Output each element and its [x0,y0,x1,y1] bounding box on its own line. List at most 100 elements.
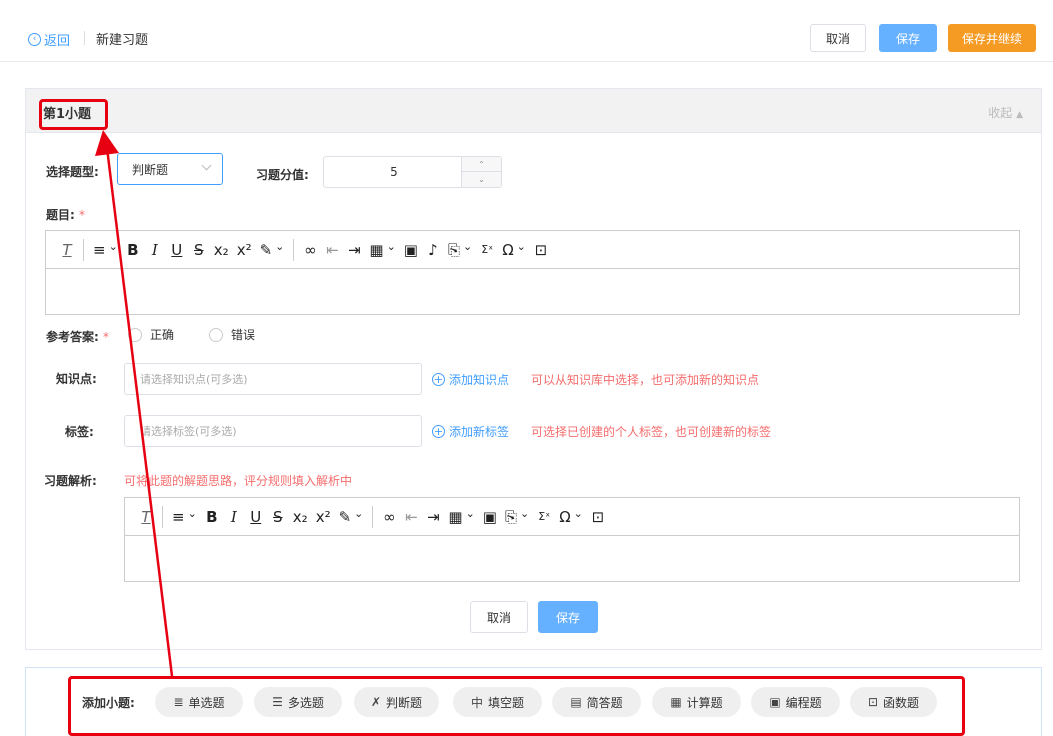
stem-editor[interactable]: T ≡ B I U S x₂ x² ✎ ∞ ⇤ ⇥ ▦ ▣ ♪ ⎘ Σˣ Ω ⊡ [45,230,1020,315]
fullscreen-icon[interactable]: ⊡ [530,238,552,262]
analysis-hint: 可将此题的解题思路，评分规则填入解析中 [124,474,353,488]
indent-icon[interactable]: ⇥ [343,238,365,262]
required-mark: * [103,330,109,344]
question-save-button[interactable]: 保存 [538,601,598,633]
top-bar: ‹ 返回 新建习题 取消 保存 保存并继续 [0,0,1053,62]
italic-icon[interactable]: I [144,238,166,262]
analysis-label: 习题解析: [44,474,97,488]
stem-label: 题目: * [46,206,85,223]
add-tag-label: 添加新标签 [449,425,510,439]
analysis-editor-body[interactable] [125,536,1019,581]
save-button[interactable]: 保存 [879,24,937,52]
special-char-icon[interactable]: Ω [498,238,530,262]
answer-option-true[interactable]: 正确 [128,326,174,343]
increment-icon[interactable]: ⌃ [462,157,501,172]
required-mark: * [79,208,85,222]
collapse-toggle[interactable]: 收起 ▲ [988,104,1023,121]
strikethrough-icon[interactable]: S [267,505,289,529]
formula-icon[interactable]: Σˣ [533,505,555,529]
table-icon[interactable]: ▦ [365,238,399,262]
bold-icon[interactable]: B [122,238,144,262]
stem-editor-body[interactable] [46,269,1019,314]
answer-option-false[interactable]: 错误 [209,326,255,343]
question-type-value: 判断题 [132,162,169,177]
question-type-label: 选择题型: [46,165,99,179]
stem-label-text: 题目: [46,208,75,222]
template-icon[interactable]: ⎘ [444,238,476,262]
subscript-icon[interactable]: x₂ [210,238,233,262]
answer-label: 参考答案: * [46,328,109,345]
annotation-highlight-add-types [68,676,965,736]
subscript-icon[interactable]: x₂ [289,505,312,529]
tag-label: 标签: [65,425,94,439]
toolbar-divider [162,505,163,528]
link-icon[interactable]: ∞ [378,505,400,529]
align-icon[interactable]: ≡ [89,238,122,262]
cancel-button[interactable]: 取消 [810,24,866,52]
toolbar-divider [83,238,84,261]
tag-input[interactable]: 请选择标签(可多选) [124,415,422,447]
plus-circle-icon: + [432,373,445,386]
add-knowledge-label: 添加知识点 [449,373,510,387]
page-title: 新建习题 [96,33,149,48]
link-icon[interactable]: ∞ [299,238,321,262]
fullscreen-icon[interactable]: ⊡ [587,505,609,529]
strikethrough-icon[interactable]: S [188,238,210,262]
score-stepper[interactable]: 5 ⌃ ⌄ [323,156,502,188]
answer-label-text: 参考答案: [46,330,99,344]
knowledge-input[interactable]: 请选择知识点(可多选) [124,363,422,395]
plus-circle-icon: + [432,425,445,438]
indent-icon[interactable]: ⇥ [422,505,444,529]
question-card-header: 第1小题 收起 ▲ [26,89,1041,133]
save-and-continue-button[interactable]: 保存并继续 [948,24,1036,52]
radio-icon [128,327,142,342]
radio-icon [209,327,223,342]
superscript-icon[interactable]: x² [233,238,256,262]
score-value: 5 [390,165,398,179]
knowledge-hint: 可以从知识库中选择，也可添加新的知识点 [531,373,760,387]
analysis-editor[interactable]: T ≡ B I U S x₂ x² ✎ ∞ ⇤ ⇥ ▦ ▣ ⎘ Σˣ Ω ⊡ [124,497,1020,582]
template-icon[interactable]: ⎘ [501,505,533,529]
toolbar-divider [293,238,295,261]
special-char-icon[interactable]: Ω [555,505,587,529]
clear-format-icon[interactable]: T [56,238,78,262]
stepper-buttons: ⌃ ⌄ [461,157,501,187]
analysis-editor-toolbar: T ≡ B I U S x₂ x² ✎ ∞ ⇤ ⇥ ▦ ▣ ⎘ Σˣ Ω ⊡ [125,498,1019,536]
divider [84,31,85,45]
bold-icon[interactable]: B [201,505,223,529]
italic-icon[interactable]: I [223,505,245,529]
outdent-icon[interactable]: ⇤ [400,505,422,529]
back-arrow-icon: ‹ [28,33,41,46]
stem-editor-toolbar: T ≡ B I U S x₂ x² ✎ ∞ ⇤ ⇥ ▦ ▣ ♪ ⎘ Σˣ Ω ⊡ [46,231,1019,269]
back-label: 返回 [44,34,71,49]
collapse-label: 收起 [988,106,1013,120]
highlight-icon[interactable]: ✎ [335,505,368,529]
image-icon[interactable]: ▣ [479,505,501,529]
decrement-icon[interactable]: ⌄ [462,172,501,187]
superscript-icon[interactable]: x² [312,505,335,529]
answer-option-label: 正确 [150,328,175,342]
score-label: 习题分值: [256,168,309,182]
knowledge-label: 知识点: [56,372,97,386]
align-icon[interactable]: ≡ [168,505,201,529]
audio-icon[interactable]: ♪ [422,238,444,262]
chevron-down-icon [201,160,212,171]
highlight-icon[interactable]: ✎ [256,238,289,262]
underline-icon[interactable]: U [245,505,267,529]
table-icon[interactable]: ▦ [444,505,478,529]
clear-format-icon[interactable]: T [135,505,157,529]
caret-up-icon: ▲ [1016,110,1023,120]
annotation-highlight-title [39,99,108,130]
formula-icon[interactable]: Σˣ [476,238,498,262]
tag-hint: 可选择已创建的个人标签，也可创建新的标签 [531,425,772,439]
outdent-icon[interactable]: ⇤ [321,238,343,262]
question-type-select[interactable]: 判断题 [117,153,223,185]
underline-icon[interactable]: U [166,238,188,262]
toolbar-divider [372,505,374,528]
back-link[interactable]: ‹ 返回 [28,30,70,49]
answer-option-label: 错误 [231,328,256,342]
image-icon[interactable]: ▣ [400,238,422,262]
add-knowledge-link[interactable]: + 添加知识点 [432,371,509,388]
question-cancel-button[interactable]: 取消 [470,601,528,633]
add-tag-link[interactable]: + 添加新标签 [432,423,509,440]
